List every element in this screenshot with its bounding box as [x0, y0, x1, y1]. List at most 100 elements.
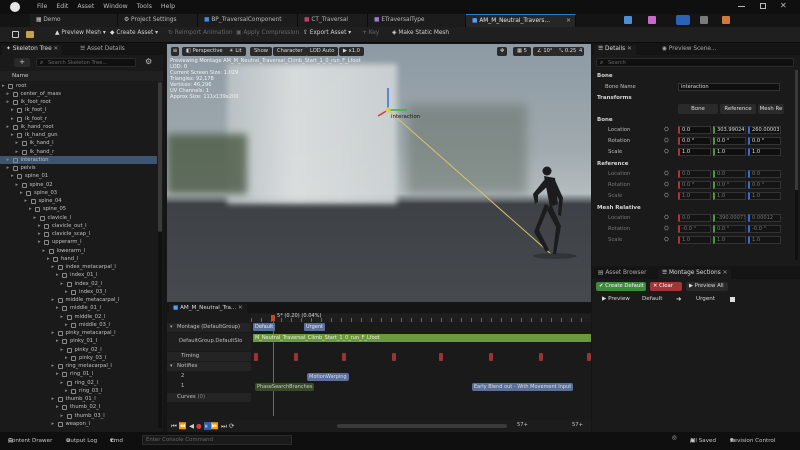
bone-row[interactable]: ▸ middle_01_l — [0, 305, 157, 313]
mesh-rotation-y-field[interactable]: 0.0 ° — [713, 225, 746, 233]
notify-early-blend-out[interactable]: Early Blend out - With Movement Input — [472, 383, 574, 391]
mesh-location-y-field[interactable]: -390.00073 — [713, 214, 746, 222]
section-urgent-marker[interactable]: Urgent — [304, 323, 326, 331]
step-forward-icon[interactable]: ⏩ — [211, 422, 221, 430]
expand-arrow-icon[interactable]: ▸ — [16, 182, 19, 188]
perspective-button[interactable]: ◧ Perspective — [182, 47, 227, 56]
bone-row[interactable]: ▸ hand_l — [0, 255, 157, 263]
expand-arrow-icon[interactable]: ▸ — [56, 404, 59, 410]
bone-row[interactable]: ▸ index_01_l — [0, 272, 157, 280]
apply-compression-button[interactable]: ▣ Apply Compression — [236, 30, 299, 36]
expand-arrow-icon[interactable]: ▸ — [16, 140, 19, 146]
bone-location-y-field[interactable]: 303.99024 — [713, 126, 746, 134]
section-reference[interactable]: Reference — [597, 161, 628, 167]
bone-row[interactable]: ▸ root — [0, 82, 157, 90]
tree-scrollbar[interactable] — [158, 82, 162, 428]
range-end-field[interactable]: 57+ — [572, 422, 583, 428]
bone-row[interactable]: ▸ clavicle_l — [0, 214, 157, 222]
tab-asset-details[interactable]: ☰ Asset Details — [76, 45, 129, 55]
bone-row[interactable]: ▸ middle_metacarpal_l — [0, 297, 157, 305]
expand-arrow-icon[interactable]: ▸ — [7, 157, 10, 163]
timing-marker[interactable] — [294, 353, 298, 361]
expand-arrow-icon[interactable]: ▸ — [29, 206, 32, 212]
montage-expand-icon[interactable]: ▾ — [170, 324, 173, 330]
skip-start-icon[interactable]: ⏮ — [171, 422, 179, 430]
lock-icon[interactable]: ⛭ — [664, 170, 669, 178]
maximize-icon[interactable] — [760, 3, 766, 9]
bone-rotation-z-field[interactable]: 0.0 ° — [748, 137, 781, 145]
section-urgent[interactable]: Urgent — [696, 296, 715, 302]
timing-marker[interactable] — [489, 353, 493, 361]
bone-scale-z-field[interactable]: 1.0 — [748, 148, 781, 156]
mesh-scale-z-field[interactable]: 1.0 — [748, 236, 781, 244]
loop-icon[interactable]: ⟳ — [229, 422, 236, 430]
bone-row[interactable]: ▸ clavicle_out_l — [0, 222, 157, 230]
tab-montage-sections[interactable]: ☰ Montage Sections ✕ — [658, 269, 732, 279]
tab-close-icon[interactable]: ✕ — [627, 46, 632, 52]
bone-location-x-field[interactable]: 0.0 — [678, 126, 711, 134]
expand-arrow-icon[interactable]: ▸ — [61, 380, 64, 386]
bone-row[interactable]: ▸ spine_05 — [0, 206, 157, 214]
bone-row[interactable]: ▸ pinky_03_l — [0, 354, 157, 362]
reference-rotation-x-field[interactable]: 0.0 ° — [678, 181, 711, 189]
tab-details[interactable]: ☰ Details ✕ — [594, 45, 636, 55]
make-static-mesh-button[interactable]: ◈ Make Static Mesh — [392, 30, 449, 36]
viewport[interactable]: interaction ≡ ◧ Perspective ☀ Lit Show C… — [167, 44, 591, 302]
bone-row[interactable]: ▸ middle_03_l — [0, 321, 157, 329]
bone-row[interactable]: ▸ index_metacarpal_l — [0, 264, 157, 272]
lock-icon[interactable]: ⛭ — [664, 236, 669, 244]
reference-scale-x-field[interactable]: 1.0 — [678, 192, 711, 200]
section-default-marker[interactable]: Default — [253, 323, 276, 331]
timing-marker[interactable] — [254, 353, 258, 361]
expand-arrow-icon[interactable]: ▸ — [16, 149, 19, 155]
lit-button[interactable]: ☀ Lit — [225, 47, 246, 56]
bone-row[interactable]: ▸ index_03_l — [0, 288, 157, 296]
notify-motion-warping[interactable]: MotionWarping — [307, 373, 349, 381]
bone-row[interactable]: ▸ ik_hand_gun — [0, 132, 157, 140]
bone-row[interactable]: ▸ ik_hand_root — [0, 123, 157, 131]
section-mesh-relative[interactable]: Mesh Relative — [597, 205, 641, 211]
expand-arrow-icon[interactable]: ▸ — [65, 355, 68, 361]
expand-arrow-icon[interactable]: ▸ — [38, 223, 41, 229]
console-input[interactable]: Enter Console Command — [142, 435, 292, 445]
menu-tools[interactable]: Tools — [137, 3, 152, 10]
save-icon[interactable] — [12, 31, 19, 38]
expand-arrow-icon[interactable]: ▸ — [47, 256, 50, 262]
menu-window[interactable]: Window — [103, 3, 127, 10]
mode-blueprint-icon[interactable] — [700, 16, 708, 24]
timing-track-header[interactable] — [167, 352, 251, 361]
expand-arrow-icon[interactable]: ▸ — [61, 347, 64, 353]
reference-rotation-y-field[interactable]: 0.0 ° — [713, 181, 746, 189]
expand-arrow-icon[interactable]: ▸ — [25, 198, 28, 204]
timing-marker[interactable] — [342, 353, 346, 361]
bone-row[interactable]: ▸ ik_foot_r — [0, 115, 157, 123]
expand-arrow-icon[interactable]: ▸ — [56, 371, 59, 377]
tab-ct-traversal[interactable]: ■ CT_Traversal — [298, 14, 368, 27]
preview-mesh-button[interactable]: ▲ Preview Mesh ▾ — [55, 30, 106, 36]
lock-icon[interactable]: ⛭ — [664, 214, 669, 222]
bone-row[interactable]: ▸ lowerarm_l — [0, 247, 157, 255]
bone-row[interactable]: ▸ ik_foot_l — [0, 107, 157, 115]
mesh-rotation-z-field[interactable]: -0.0 ° — [748, 225, 781, 233]
create-asset-button[interactable]: ◆ Create Asset ▾ — [110, 30, 158, 36]
bone-row[interactable]: ▸ spine_03 — [0, 189, 157, 197]
expand-arrow-icon[interactable]: ▸ — [11, 116, 14, 122]
expand-arrow-icon[interactable]: ▸ — [11, 132, 14, 138]
tab-close-icon[interactable]: ✕ — [238, 305, 243, 311]
export-asset-button[interactable]: ⇪ Export Asset ▾ — [303, 30, 351, 36]
menu-asset[interactable]: Asset — [77, 3, 94, 10]
browse-icon[interactable] — [26, 31, 34, 38]
expand-arrow-icon[interactable]: ▸ — [7, 124, 10, 130]
bone-row[interactable]: ▸ ik_foot_root — [0, 99, 157, 107]
details-search-input[interactable]: ⌕ Search — [596, 58, 794, 67]
expand-arrow-icon[interactable]: ▸ — [52, 363, 55, 369]
bone-row[interactable]: ▸ weapon_l — [0, 420, 157, 428]
space-bone-button[interactable]: Bone — [678, 104, 718, 114]
clear-button[interactable]: ✕ Clear — [650, 282, 682, 291]
bone-scale-y-field[interactable]: 1.0 — [713, 148, 746, 156]
reference-location-x-field[interactable]: 0.0 — [678, 170, 711, 178]
mode-physics-icon[interactable] — [722, 16, 730, 24]
tab-etraversal-type[interactable]: ■ ETraversalType — [368, 14, 466, 27]
expand-arrow-icon[interactable]: ▸ — [43, 248, 46, 254]
step-back-icon[interactable]: ⏪ — [179, 422, 189, 430]
